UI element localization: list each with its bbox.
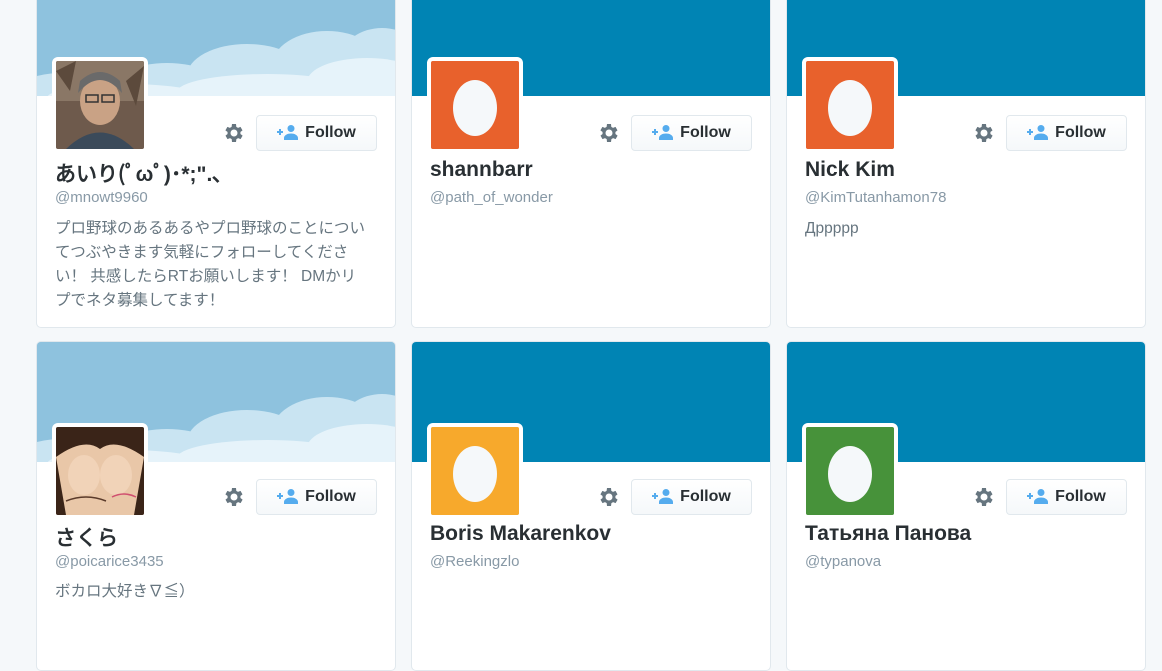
user-card: Follow さくら @poicarice3435 ボカロ大好き∇≦） — [36, 341, 396, 671]
avatar[interactable] — [427, 57, 523, 153]
profile-bio: Дррррр — [805, 220, 859, 237]
display-name[interactable]: Nick Kim — [805, 158, 895, 182]
user-card: Follow あいり(ﾟωﾟ)･*;".､ @mnowt9960 プロ野球のある… — [36, 0, 396, 328]
avatar[interactable] — [802, 423, 898, 519]
user-card: Follow shannbarr @path_of_wonder — [411, 0, 771, 328]
follow-label: Follow — [305, 124, 356, 141]
follow-button[interactable]: Follow — [631, 115, 752, 151]
avatar[interactable] — [52, 423, 148, 519]
display-name[interactable]: あいり(ﾟωﾟ)･*;".､ — [55, 158, 223, 188]
gear-icon[interactable] — [596, 485, 620, 509]
display-name[interactable]: shannbarr — [430, 158, 533, 182]
avatar[interactable] — [427, 423, 523, 519]
screen-name[interactable]: @poicarice3435 — [55, 553, 164, 570]
screen-name[interactable]: @mnowt9960 — [55, 189, 148, 206]
gear-icon[interactable] — [596, 121, 620, 145]
user-card: Follow Татьяна Панова @typanova — [786, 341, 1146, 671]
display-name[interactable]: Татьяна Панова — [805, 522, 971, 546]
user-card: Follow Boris Makarenkov @Reekingzlo — [411, 341, 771, 671]
profile-bio: プロ野球のあるあるやプロ野球のことについてつぶやきます気軽にフォローしてください… — [55, 220, 366, 309]
egg-icon — [431, 61, 519, 149]
person-plus-icon — [652, 489, 674, 504]
display-name[interactable]: Boris Makarenkov — [430, 522, 611, 546]
screen-name[interactable]: @path_of_wonder — [430, 189, 553, 206]
screen-name[interactable]: @Reekingzlo — [430, 553, 519, 570]
avatar[interactable] — [52, 57, 148, 153]
egg-icon — [431, 427, 519, 515]
gear-icon[interactable] — [971, 485, 995, 509]
follow-button[interactable]: Follow — [1006, 115, 1127, 151]
egg-icon — [806, 427, 894, 515]
follow-button[interactable]: Follow — [256, 479, 377, 515]
profile-bio: ボカロ大好き∇≦） — [55, 583, 195, 600]
follow-button[interactable]: Follow — [256, 115, 377, 151]
person-plus-icon — [652, 125, 674, 140]
screen-name[interactable]: @KimTutanhamon78 — [805, 189, 946, 206]
display-name[interactable]: さくら — [55, 522, 118, 552]
screen-name[interactable]: @typanova — [805, 553, 881, 570]
follow-label: Follow — [1055, 124, 1106, 141]
follow-label: Follow — [680, 488, 731, 505]
person-plus-icon — [277, 125, 299, 140]
follow-label: Follow — [1055, 488, 1106, 505]
person-plus-icon — [1027, 125, 1049, 140]
follow-label: Follow — [680, 124, 731, 141]
user-card: Follow Nick Kim @KimTutanhamon78 Дррррр — [786, 0, 1146, 328]
gear-icon[interactable] — [221, 485, 245, 509]
egg-icon — [806, 61, 894, 149]
avatar[interactable] — [802, 57, 898, 153]
person-plus-icon — [1027, 489, 1049, 504]
follow-label: Follow — [305, 488, 356, 505]
person-plus-icon — [277, 489, 299, 504]
follow-button[interactable]: Follow — [1006, 479, 1127, 515]
gear-icon[interactable] — [971, 121, 995, 145]
follow-button[interactable]: Follow — [631, 479, 752, 515]
gear-icon[interactable] — [221, 121, 245, 145]
